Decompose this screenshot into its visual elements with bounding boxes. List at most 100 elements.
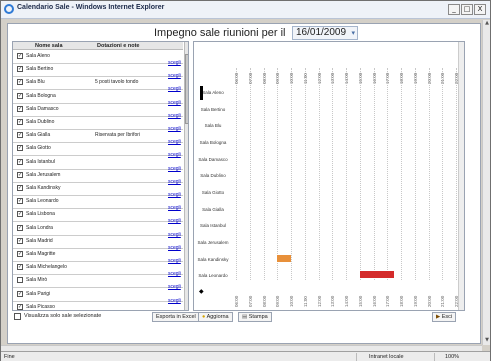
room-name: Sala Blu (26, 79, 45, 86)
status-text: Fine (4, 354, 15, 360)
ie-icon (4, 4, 14, 14)
room-checkbox[interactable]: ✓ (17, 211, 23, 218)
room-name: Sala Jerusalem (26, 171, 61, 178)
room-name: Sala Londra (26, 224, 53, 231)
gantt-scrollbar[interactable] (458, 42, 464, 310)
room-checkbox[interactable]: ✓ (17, 264, 23, 271)
gantt-room-label: Sala Jerusalem (197, 240, 229, 245)
chevron-down-icon[interactable]: ▾ (351, 28, 355, 40)
table-row: ✓ Sala Bertino scegli (13, 64, 183, 79)
hour-tick-label: 10:00 (289, 295, 294, 307)
table-row: ✓ Sala Parigi scegli (13, 289, 183, 304)
gantt-room-label: Sala Damasco (198, 156, 228, 162)
room-checkbox[interactable]: ✓ (17, 237, 23, 244)
print-label: Stampa (248, 314, 268, 320)
only-selected-label: Visualizza solo sale selezionate (24, 313, 102, 319)
printer-icon: ▤ (242, 314, 248, 320)
zoom-level[interactable]: 100% (434, 353, 459, 361)
close-button[interactable]: X (474, 4, 486, 15)
room-checkbox[interactable]: ✓ (17, 251, 23, 257)
hour-tick-label: 13:00 (330, 72, 336, 84)
hour-gridline (428, 68, 430, 280)
room-name: Sala Bologna (26, 92, 56, 99)
room-checkbox[interactable]: ✓ (17, 92, 23, 99)
browser-window: Calendario Sale - Windows Internet Explo… (0, 0, 491, 361)
table-row: ✓ Sala Blu 5 posti tavolo tondo scegli (13, 77, 183, 92)
hour-tick-label: 08:00 (261, 295, 267, 307)
booking-bar[interactable] (359, 271, 395, 279)
update-label: Aggiorna (206, 314, 229, 320)
room-checkbox[interactable]: ✓ (17, 158, 23, 165)
hour-tick-label: 20:00 (426, 295, 432, 307)
scroll-thumb[interactable] (185, 54, 188, 124)
booking-bar[interactable] (277, 254, 291, 262)
room-checkbox[interactable]: ✓ (17, 185, 23, 191)
hour-gridline (332, 68, 334, 280)
gantt-room-label: Sala Leonardo (198, 273, 228, 279)
hour-gridline (456, 68, 457, 280)
hour-tick-label: 15:00 (357, 72, 363, 84)
room-checkbox[interactable]: ✓ (17, 171, 23, 178)
table-row: ✓ Sala Gialla Riservata per Ibrifori scegli (13, 130, 183, 145)
hour-gridline (401, 68, 402, 280)
hour-tick-label: 11:00 (302, 296, 308, 307)
export-excel-button[interactable]: Esporta in Excel (152, 312, 200, 322)
exit-button[interactable]: ▶ Esci (432, 312, 457, 322)
table-row: ✓ Sala Jerusalem scegli (13, 170, 183, 185)
hour-tick-label: 10:00 (289, 72, 294, 84)
room-checkbox[interactable] (17, 277, 23, 284)
room-checkbox[interactable]: ✓ (17, 198, 23, 205)
hour-gridline (236, 68, 237, 280)
room-name: Sala Michelangelo (26, 264, 67, 271)
hour-tick-label: 19:00 (412, 295, 418, 307)
room-checkbox[interactable]: ✓ (17, 132, 23, 139)
scroll-up-arrow[interactable]: ▲ (483, 20, 491, 28)
hour-tick-label: 20:00 (426, 72, 432, 84)
maximize-button[interactable]: □ (461, 4, 473, 15)
browser-scrollbar[interactable]: ▲ ▼ (482, 20, 490, 345)
hour-tick-label: 14:00 (344, 295, 349, 307)
hour-tick-label: 21:00 (440, 295, 446, 307)
table-row: ✓ Sala Madrid scegli (13, 236, 183, 251)
room-notes: Riservata per Ibrifori (95, 132, 141, 139)
table-row: ✓ Sala Londra scegli (13, 223, 183, 238)
table-row: ✓ Sala Bologna scegli (13, 91, 183, 106)
room-checkbox[interactable]: ✓ (17, 290, 23, 297)
zone-label: Intranet locale (369, 354, 404, 360)
hour-tick-label: 17:00 (385, 72, 391, 84)
col-room-name: Nome sala (35, 43, 63, 49)
room-checkbox[interactable]: ✓ (17, 145, 23, 152)
room-checkbox[interactable]: ✓ (17, 79, 23, 86)
gantt-room-label: Sala Gialla (202, 206, 224, 212)
room-checkbox[interactable]: ✓ (17, 303, 23, 310)
hour-tick-label: 14:00 (344, 72, 349, 84)
room-list-scrollbar[interactable] (184, 42, 188, 310)
room-checkbox[interactable]: ✓ (17, 224, 23, 231)
hour-tick-label: 15:00 (357, 295, 363, 307)
table-row: ✓ Sala Michelangelo scegli (13, 262, 183, 277)
room-checkbox[interactable]: ✓ (17, 105, 23, 112)
room-name: Sala Damasco (26, 105, 59, 112)
room-list-panel: Nome sala Dotazioni e note ✓ Sala Aleno sc… (12, 41, 189, 311)
booking-gantt: 06:00 06:00 07:00 07:00 08:00 08:00 09:00 09:00… (193, 41, 465, 311)
exit-icon: ▶ (436, 314, 441, 320)
table-row: ✓ Sala Aleno scegli (13, 51, 183, 66)
scroll-down-arrow[interactable]: ▼ (483, 337, 491, 345)
room-name: Sala Aleno (26, 53, 50, 59)
update-button[interactable]: ● Aggiorna (198, 312, 233, 322)
room-checkbox[interactable]: ✓ (17, 119, 23, 125)
room-checkbox[interactable]: ✓ (17, 66, 23, 73)
col-notes: Dotazioni e note (97, 43, 140, 49)
room-name: Sala Mirò (26, 277, 48, 284)
hour-gridline (442, 68, 444, 280)
date-select[interactable]: 16/01/2009 ▾ (292, 26, 358, 40)
only-selected-checkbox[interactable] (14, 313, 21, 320)
room-name: Sala Magritte (26, 251, 56, 257)
hour-tick-label: 18:00 (399, 72, 404, 84)
print-button[interactable]: ▤ Stampa (238, 312, 272, 322)
room-name: Sala Gialla (26, 132, 51, 139)
minimize-button[interactable]: _ (448, 4, 460, 15)
room-checkbox[interactable]: ✓ (17, 53, 23, 59)
hour-tick-label: 11:00 (302, 73, 308, 84)
hour-gridline (291, 68, 292, 280)
